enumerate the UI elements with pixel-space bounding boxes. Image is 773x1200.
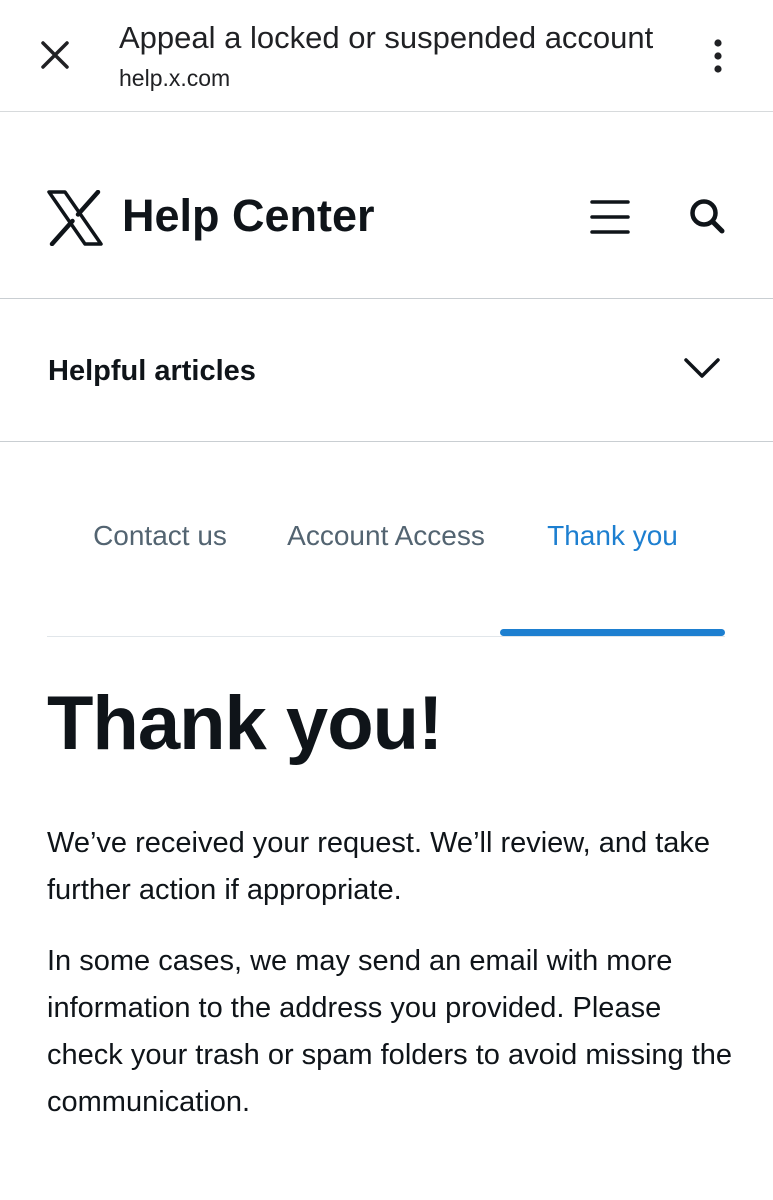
page-heading: Thank you! <box>47 681 443 766</box>
more-options-icon[interactable] <box>706 38 730 76</box>
tabs-divider <box>47 636 725 637</box>
tab-account-access[interactable]: Account Access <box>286 512 486 560</box>
search-icon[interactable] <box>688 197 726 235</box>
help-center-title[interactable]: Help Center <box>122 190 375 242</box>
helpful-articles-label: Helpful articles <box>48 355 256 387</box>
browser-url: help.x.com <box>119 65 231 91</box>
active-tab-indicator <box>500 629 725 636</box>
tab-thank-you[interactable]: Thank you <box>500 512 725 560</box>
browser-top-bar <box>0 0 773 112</box>
hamburger-menu-icon[interactable] <box>590 199 630 235</box>
tab-contact-us[interactable]: Contact us <box>60 512 260 560</box>
email-notice-paragraph: In some cases, we may send an email with… <box>47 945 733 1118</box>
confirmation-paragraph: We’ve received your request. We’ll revie… <box>47 827 711 906</box>
close-icon[interactable] <box>38 38 72 72</box>
site-header <box>0 112 773 299</box>
browser-page-title: Appeal a locked or suspended account <box>119 20 654 55</box>
x-logo[interactable] <box>47 189 103 247</box>
chevron-down-icon[interactable] <box>682 354 722 382</box>
